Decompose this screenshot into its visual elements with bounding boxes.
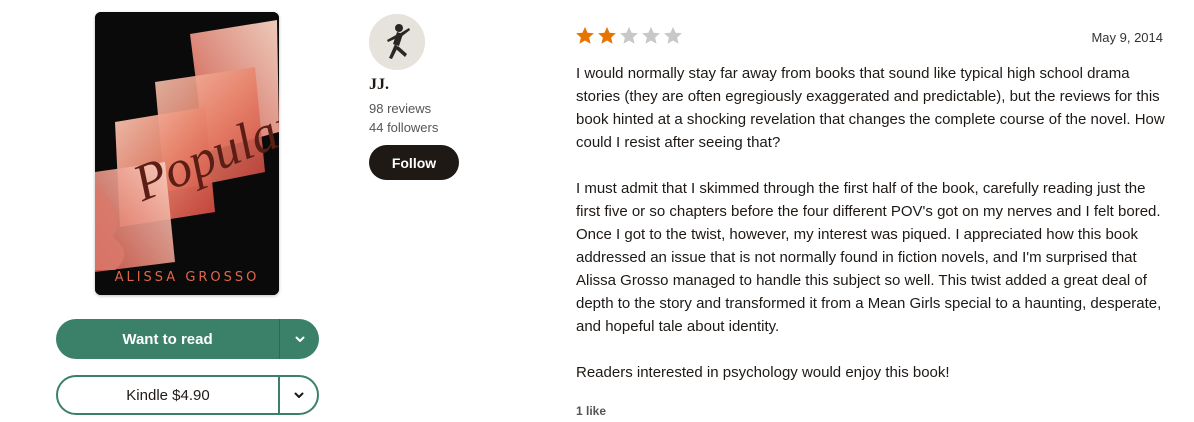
buy-options-dropdown-button[interactable]	[278, 377, 317, 413]
want-to-read-button[interactable]: Want to read	[56, 319, 279, 359]
avatar[interactable]	[369, 14, 425, 70]
star-filled-icon	[576, 26, 594, 44]
review-body: I would normally stay far away from book…	[576, 62, 1166, 407]
star-empty-icon	[620, 26, 638, 44]
reviewer-reviews-count: 98 reviews	[369, 101, 432, 116]
follow-button[interactable]: Follow	[369, 145, 459, 180]
chevron-down-icon	[295, 336, 304, 342]
review-paragraph: I would normally stay far away from book…	[576, 65, 1165, 151]
reviewer-name[interactable]: JJ.	[369, 76, 389, 94]
kindle-buy-button[interactable]: Kindle $4.90	[58, 377, 278, 413]
reviewer-followers-count: 44 followers	[369, 120, 439, 135]
review-date[interactable]: May 9, 2014	[1091, 30, 1163, 45]
dancer-figure-icon	[369, 14, 425, 70]
review-paragraph: Readers interested in psychology would e…	[576, 364, 950, 381]
chevron-down-icon	[294, 392, 303, 398]
likes-count[interactable]: 1 like	[576, 404, 606, 418]
star-empty-icon	[664, 26, 682, 44]
star-empty-icon	[642, 26, 660, 44]
book-cover[interactable]: Popular ALISSA GROSSO	[95, 12, 279, 295]
star-filled-icon	[598, 26, 616, 44]
shelf-dropdown-button[interactable]	[279, 319, 319, 359]
cover-author: ALISSA GROSSO	[114, 270, 260, 285]
cover-art: Popular	[95, 12, 279, 295]
review-paragraph: I must admit that I skimmed through the …	[576, 180, 1162, 335]
kindle-button-group: Kindle $4.90	[56, 375, 319, 415]
want-to-read-button-group: Want to read	[56, 319, 319, 359]
star-rating	[575, 26, 683, 45]
